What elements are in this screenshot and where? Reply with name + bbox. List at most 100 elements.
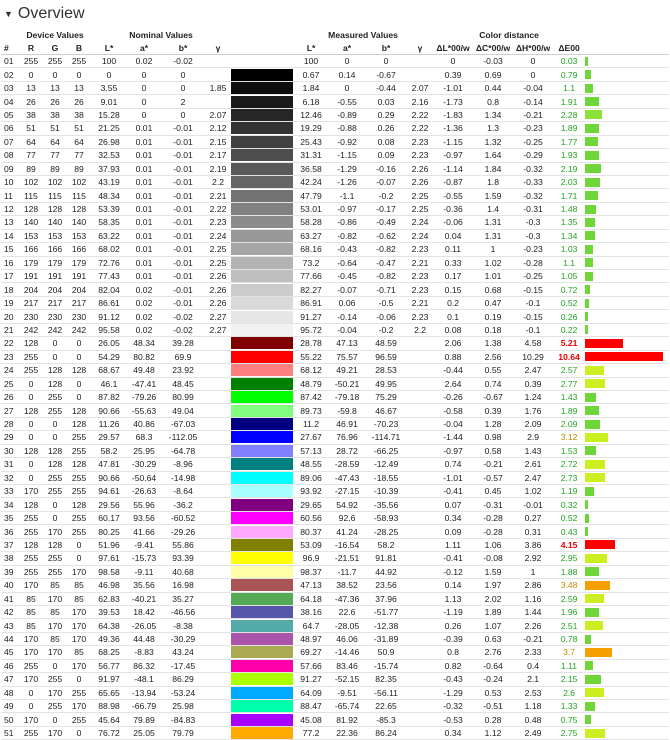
swatch-fill (231, 243, 294, 256)
cell: 128 (19, 497, 43, 512)
cell: 255 (67, 484, 92, 499)
cell: -0.06 (365, 309, 408, 324)
cell: 49.36 (91, 632, 128, 647)
swatch-fill (231, 592, 294, 605)
cell: 2.49 (513, 726, 554, 740)
cell: -13.94 (127, 686, 162, 701)
cell: 0.27 (513, 511, 554, 526)
delta-e-bar (585, 242, 670, 257)
delta-e-value: 2.03 (553, 175, 586, 190)
cell (205, 511, 232, 526)
cell (407, 726, 434, 740)
cell: 48.34 (91, 188, 128, 203)
color-swatch (231, 323, 294, 338)
cell: 0 (19, 699, 43, 714)
cell: 43.19 (91, 175, 128, 190)
color-swatch (231, 484, 294, 499)
color-swatch (231, 471, 294, 486)
cell: 1.8 (473, 175, 514, 190)
cell: 0 (43, 659, 67, 674)
cell (407, 551, 434, 566)
swatch-fill (231, 700, 294, 712)
cell: 1.12 (473, 726, 514, 740)
cell: 85 (19, 618, 43, 633)
cell: 0.39 (513, 377, 554, 391)
cell: 46.98 (91, 578, 128, 593)
cell: 2.23 (407, 309, 434, 324)
cell: 1.31 (473, 215, 514, 230)
cell: 82.27 (293, 282, 330, 297)
cell: -0.64 (329, 256, 366, 271)
delta-e-bar-fill (585, 647, 613, 657)
cell: 45 (1, 645, 19, 660)
cell: 68.25 (91, 645, 128, 660)
delta-e-bar (585, 551, 670, 566)
color-swatch (231, 188, 294, 203)
cell: 86.91 (293, 296, 330, 311)
delta-e-bar (585, 511, 670, 526)
collapse-triangle-icon[interactable]: ▼ (4, 9, 13, 19)
cell: 03 (1, 81, 19, 96)
cell: -1.14 (433, 162, 474, 176)
cell: -64.78 (161, 444, 206, 459)
delta-e-value: 1.05 (553, 269, 586, 284)
cell: 2.19 (205, 162, 232, 176)
cell (205, 659, 232, 674)
column-header: ΔC*00/w (473, 41, 514, 55)
cell: 0.02 (127, 309, 162, 324)
cell: -60.52 (161, 511, 206, 526)
delta-e-bar (585, 282, 670, 297)
cell: 77 (19, 148, 43, 163)
cell: 0 (365, 54, 408, 69)
table-row: 41 85 170 85 62.83 -40.21 35.27 64.18 -47.36 37.9… (1, 592, 670, 606)
cell: 42.24 (293, 175, 330, 190)
cell: 2.06 (433, 336, 474, 351)
cell: 255 (67, 511, 92, 526)
table-row: 02 0 0 0 0 0 0 0.67 0.14 -0.67 0.39 0.69 0 0.79 (1, 67, 670, 82)
cell: 96.59 (365, 350, 408, 365)
cell: 77 (67, 148, 92, 163)
cell: 166 (19, 242, 43, 257)
cell: 0.03 (365, 94, 408, 109)
cell: 88.47 (293, 699, 330, 714)
cell: -0.89 (329, 108, 366, 123)
delta-e-value: 4.15 (553, 538, 586, 553)
cell: 2.22 (407, 108, 434, 123)
cell: 0 (19, 417, 43, 432)
color-swatch (231, 565, 294, 580)
table-row: 17 191 191 191 77.43 0.01 -0.01 2.26 77.66 -0.45-… (1, 269, 670, 284)
swatch-fill (231, 659, 294, 672)
cell: 85 (43, 578, 67, 593)
cell: 89 (43, 162, 67, 176)
cell: -66.79 (127, 699, 162, 714)
cell: 0.63 (473, 632, 514, 647)
cell: 93.92 (293, 484, 330, 499)
cell: 0 (329, 81, 366, 96)
cell (205, 578, 232, 593)
cell: 2.2 (407, 323, 434, 338)
cell: 51 (67, 121, 92, 136)
cell: 1.89 (473, 605, 514, 620)
table-row: 35 255 0 255 60.17 93.56 -60.52 60.56 92.6 -58.93… (1, 511, 670, 526)
cell: 170 (67, 699, 92, 714)
cell: -0.31 (473, 497, 514, 512)
column-header: B (67, 41, 92, 55)
cell: 23 (1, 350, 19, 365)
cell: 153 (43, 229, 67, 244)
cell: 0.01 (127, 162, 162, 176)
table-row: 50 170 0 255 45.64 79.89 -84.83 45.08 81.92 -85.3… (1, 712, 670, 727)
cell: 170 (19, 672, 43, 687)
cell: 0.01 (127, 175, 162, 190)
cell: -0.25 (513, 135, 554, 150)
color-swatch (231, 618, 294, 633)
cell: 0.01 (127, 188, 162, 203)
delta-e-value: 2.72 (553, 457, 586, 472)
cell: 0.02 (127, 282, 162, 297)
swatch-fill (231, 337, 294, 350)
cell: 85 (19, 605, 43, 620)
table-row: 07 64 64 64 26.98 0.01 -0.01 2.15 25.43 -0.92 0.08… (1, 135, 670, 150)
delta-e-bar-fill (585, 83, 594, 93)
cell: 1.84 (473, 162, 514, 176)
delta-e-value: 0.32 (553, 497, 586, 512)
delta-e-bar (585, 645, 670, 660)
